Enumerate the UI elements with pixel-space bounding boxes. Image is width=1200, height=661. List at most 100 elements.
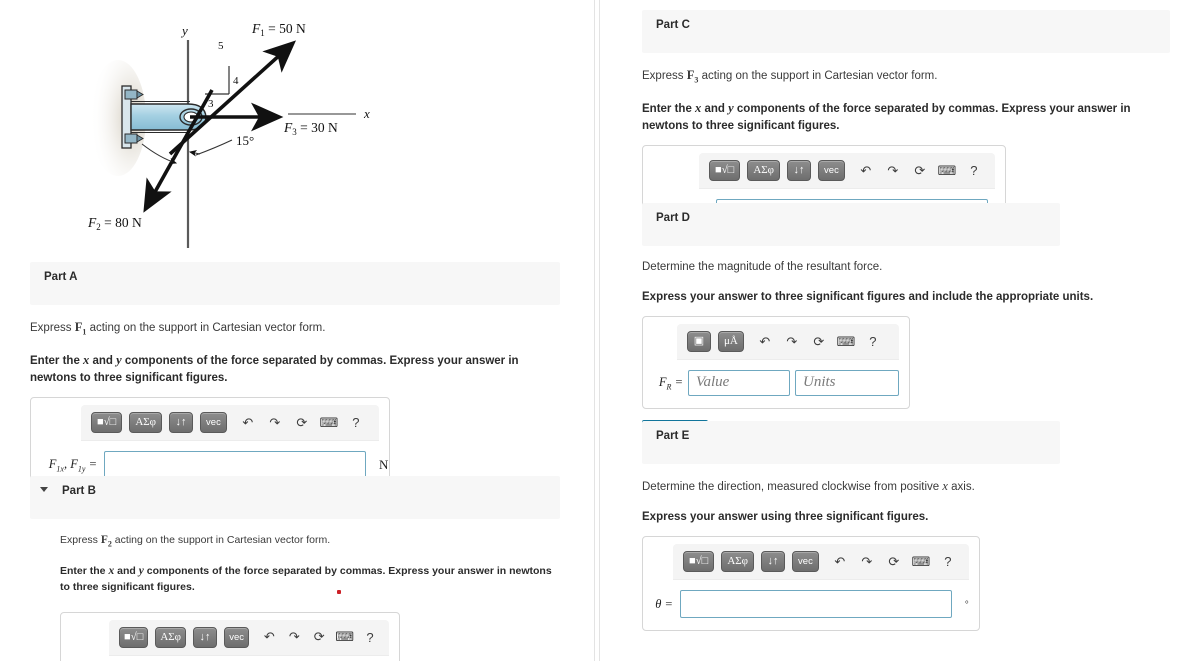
greek-symbols-button[interactable]: ΑΣφ <box>155 626 186 648</box>
part-d-instruction: Express your answer to three significant… <box>642 290 1094 303</box>
part-a-title: Part A <box>44 271 78 283</box>
help-icon[interactable]: ? <box>964 161 984 181</box>
sort-updown-button[interactable]: ↓↑ <box>761 551 786 573</box>
part-a-prompt: Express F1 acting on the support in Cart… <box>30 318 560 338</box>
sort-updown-button[interactable]: ↓↑ <box>192 626 217 648</box>
undo-icon[interactable]: ↶ <box>830 552 850 572</box>
greek-symbols-button[interactable]: ΑΣφ <box>747 160 781 182</box>
part-b-section: Part B Express F2 acting on the support … <box>30 476 560 661</box>
sort-updown-button[interactable]: ↓↑ <box>169 412 194 434</box>
triangle-hyp-label: 5 <box>218 40 224 52</box>
template-math-button[interactable]: ■√□ <box>709 160 741 182</box>
part-c-prompt: Express F3 acting on the support in Cart… <box>642 68 938 85</box>
force-F1-label: F1 = 50 N <box>251 21 306 38</box>
greek-symbols-button[interactable]: ΑΣφ <box>721 551 755 573</box>
chevron-down-icon[interactable] <box>40 487 48 493</box>
part-e-toolbar: ■√□ ΑΣφ ↓↑ vec ↶ ↷ ⟳ ⌨ ? <box>673 544 969 581</box>
part-a-field-label: F1x, F1y = <box>48 457 97 474</box>
part-a-header[interactable]: Part A <box>30 262 560 305</box>
undo-icon[interactable]: ↶ <box>755 332 775 352</box>
greek-symbols-button[interactable]: ΑΣφ <box>129 412 163 434</box>
x-axis-label: x <box>363 106 370 121</box>
reset-icon[interactable]: ⟳ <box>310 627 328 647</box>
part-e-input[interactable] <box>680 590 952 619</box>
part-d-units-input[interactable] <box>795 370 899 397</box>
part-d-answer-box: ▣ μÅ ↶ ↷ ⟳ ⌨ ? FR = <box>642 316 910 410</box>
force-F3-label: F3 = 30 N <box>283 120 338 137</box>
part-b-toolbar: ■√□ ΑΣφ ↓↑ vec ↶ ↷ ⟳ ⌨ ? <box>109 619 389 656</box>
redo-icon[interactable]: ↷ <box>857 552 877 572</box>
part-d-header[interactable]: Part D <box>642 203 1060 246</box>
part-d-field-label: FR = <box>658 375 683 392</box>
part-e-answer-box: ■√□ ΑΣφ ↓↑ vec ↶ ↷ ⟳ ⌨ ? θ = ° <box>642 536 980 632</box>
reset-icon[interactable]: ⟳ <box>910 161 930 181</box>
keyboard-icon[interactable]: ⌨ <box>836 332 856 352</box>
part-d-toolbar: ▣ μÅ ↶ ↷ ⟳ ⌨ ? <box>677 324 899 361</box>
reset-icon[interactable]: ⟳ <box>809 332 829 352</box>
error-marker-dot <box>337 589 341 594</box>
vector-button[interactable]: vec <box>223 626 250 648</box>
part-a-unit: N <box>379 457 389 473</box>
triangle-horiz-label: 3 <box>208 98 214 110</box>
vector-button[interactable]: vec <box>818 160 845 182</box>
part-c-title: Part C <box>656 19 690 31</box>
part-a-toolbar: ■√□ ΑΣφ ↓↑ vec ↶ ↷ ⟳ ⌨ ? <box>81 405 379 442</box>
part-e-field-row: θ = ° <box>643 580 979 619</box>
y-axis-label: y <box>180 23 188 38</box>
keyboard-icon[interactable]: ⌨ <box>911 552 931 572</box>
part-e-field-label: θ = <box>655 596 673 611</box>
vector-button[interactable]: vec <box>200 412 227 434</box>
redo-icon[interactable]: ↷ <box>285 627 303 647</box>
left-column: y x F3 = 30 N F1 = 50 N 5 4 3 F2 = 80 N … <box>0 0 594 661</box>
part-d-prompt: Determine the magnitude of the resultant… <box>642 261 883 273</box>
part-a-section: Part A Express F1 acting on the support … <box>30 262 560 493</box>
redo-icon[interactable]: ↷ <box>782 332 802 352</box>
template-math-button[interactable]: ■√□ <box>119 626 149 648</box>
angle-pointer <box>188 150 201 157</box>
vector-button[interactable]: vec <box>792 551 819 573</box>
template-units-button[interactable]: ▣ <box>687 331 711 353</box>
help-icon[interactable]: ? <box>863 332 883 352</box>
help-icon[interactable]: ? <box>938 552 958 572</box>
sort-updown-button[interactable]: ↓↑ <box>787 160 812 182</box>
part-e-unit: ° <box>965 599 969 610</box>
angle-label: 15° <box>236 133 254 148</box>
micro-angstrom-button[interactable]: μÅ <box>718 331 744 353</box>
undo-icon[interactable]: ↶ <box>260 627 278 647</box>
part-a-instruction: Enter the x and y components of the forc… <box>30 353 519 384</box>
part-d-section: Part D Determine the magnitude of the re… <box>642 203 1093 445</box>
help-icon[interactable]: ? <box>346 413 366 433</box>
part-e-prompt: Determine the direction, measured clockw… <box>642 479 975 493</box>
keyboard-icon[interactable]: ⌨ <box>335 627 354 647</box>
redo-icon[interactable]: ↷ <box>883 161 903 181</box>
part-a-force-symbol: F1 <box>74 320 87 337</box>
part-b-answer-box: ■√□ ΑΣφ ↓↑ vec ↶ ↷ ⟳ ⌨ ? F2x, F2y = <box>60 611 400 661</box>
part-b-title: Part B <box>62 485 96 497</box>
part-b-header[interactable]: Part B <box>30 476 560 519</box>
undo-icon[interactable]: ↶ <box>238 413 258 433</box>
reset-icon[interactable]: ⟳ <box>292 413 312 433</box>
part-d-title: Part D <box>656 212 690 224</box>
part-b-force-symbol: F2 <box>100 534 112 549</box>
part-e-header[interactable]: Part E <box>642 421 1060 464</box>
part-b-prompt: Express F2 acting on the support in Cart… <box>60 534 331 549</box>
part-c-header[interactable]: Part C <box>642 10 1170 53</box>
part-b-instruction: Enter the x and y components of the forc… <box>60 564 552 594</box>
reset-icon[interactable]: ⟳ <box>884 552 904 572</box>
template-math-button[interactable]: ■√□ <box>91 412 123 434</box>
undo-icon[interactable]: ↶ <box>856 161 876 181</box>
keyboard-icon[interactable]: ⌨ <box>319 413 339 433</box>
slope-triangle <box>205 66 230 95</box>
triangle-vert-label: 4 <box>233 75 239 87</box>
bracket-force-diagram: y x F3 = 30 N F1 = 50 N 5 4 3 F2 = 80 N … <box>0 0 594 258</box>
part-d-field-row: FR = <box>643 360 909 397</box>
part-a-prompt-prefix: Express <box>30 322 75 334</box>
redo-icon[interactable]: ↷ <box>265 413 285 433</box>
keyboard-icon[interactable]: ⌨ <box>937 161 957 181</box>
right-column: Part C Express F3 acting on the support … <box>600 0 1200 661</box>
part-c-toolbar: ■√□ ΑΣφ ↓↑ vec ↶ ↷ ⟳ ⌨ ? <box>699 153 995 190</box>
template-math-button[interactable]: ■√□ <box>683 551 715 573</box>
help-icon[interactable]: ? <box>361 627 379 647</box>
part-d-value-input[interactable] <box>688 370 790 397</box>
part-a-prompt-suffix: acting on the support in Cartesian vecto… <box>86 322 326 334</box>
